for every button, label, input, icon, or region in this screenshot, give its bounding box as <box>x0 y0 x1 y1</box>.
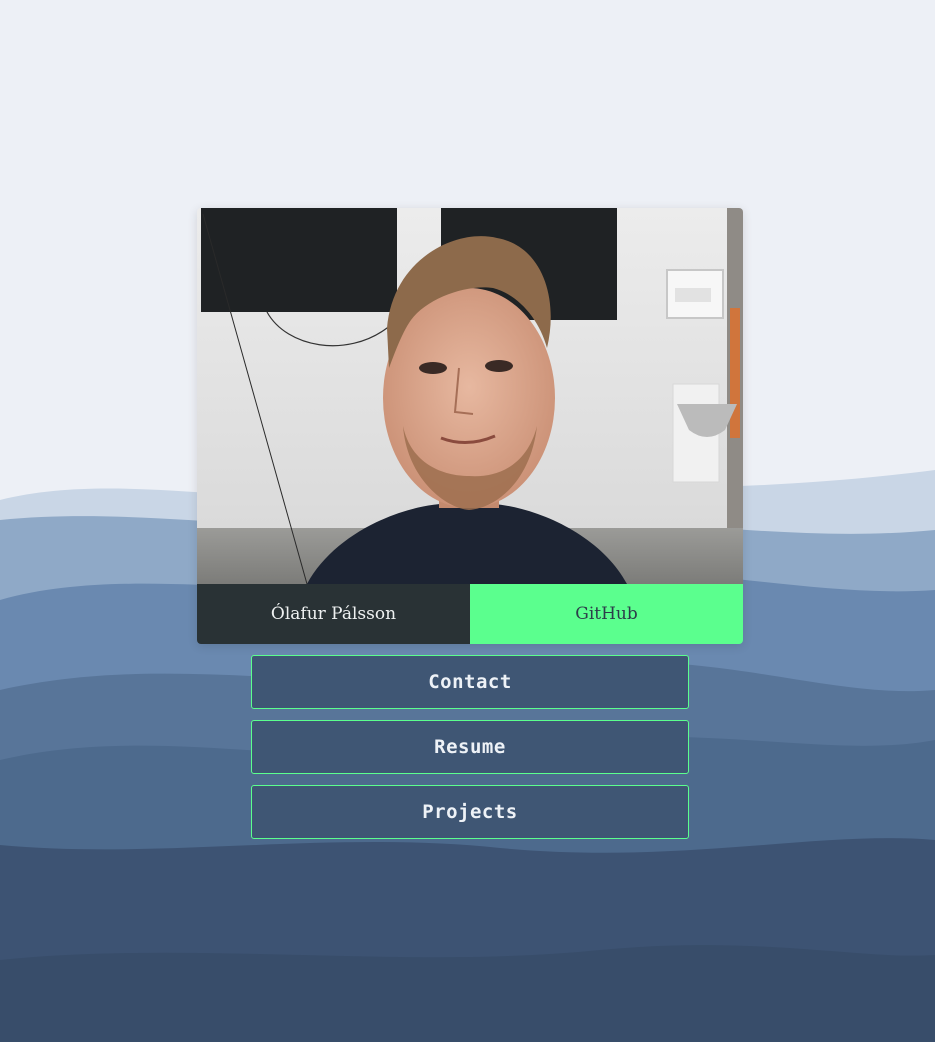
contact-button[interactable]: Contact <box>251 655 689 709</box>
projects-button[interactable]: Projects <box>251 785 689 839</box>
resume-button[interactable]: Resume <box>251 720 689 774</box>
nav-menu: Contact Resume Projects <box>251 655 689 850</box>
profile-name: Ólafur Pálsson <box>197 584 470 644</box>
profile-card-footer: Ólafur Pálsson GitHub <box>197 584 743 644</box>
profile-card: Ólafur Pálsson GitHub <box>197 208 743 644</box>
portrait-photo <box>197 208 743 584</box>
github-link[interactable]: GitHub <box>470 584 743 644</box>
